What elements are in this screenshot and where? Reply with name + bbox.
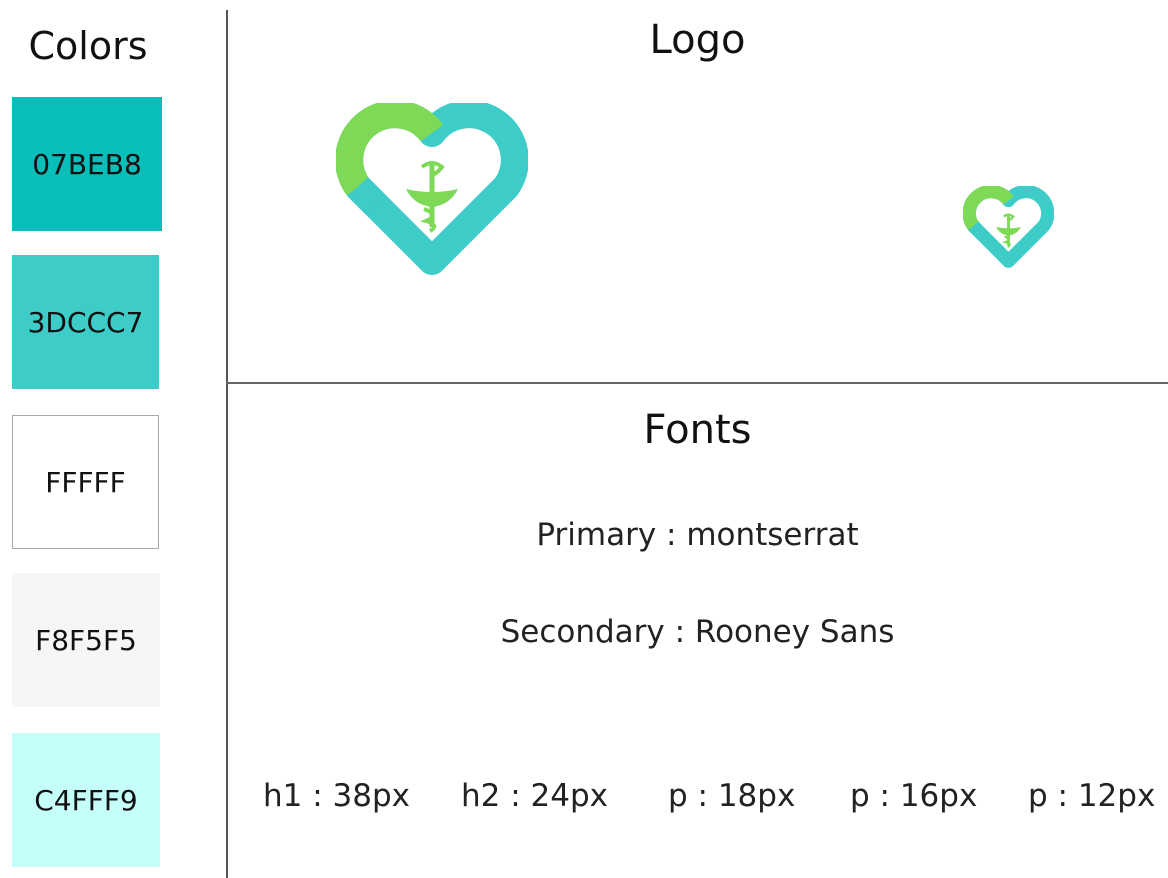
color-swatch-3: FFFFF <box>12 415 159 549</box>
color-swatch-label: 07BEB8 <box>32 147 142 181</box>
color-swatch-label: F8F5F5 <box>35 623 137 657</box>
color-swatch-1: 07BEB8 <box>12 97 162 231</box>
secondary-font-label: Secondary : Rooney Sans <box>500 614 895 650</box>
font-size-h2: h2 : 24px <box>461 778 608 814</box>
horizontal-divider <box>226 382 1168 384</box>
primary-font-label: Primary : montserrat <box>536 517 859 553</box>
colors-title: Colors <box>28 24 148 68</box>
font-size-p-16: p : 16px <box>850 778 978 814</box>
color-swatch-5: C4FFF9 <box>12 733 160 867</box>
font-size-p-12: p : 12px <box>1028 778 1156 814</box>
heart-caduceus-icon-small <box>963 186 1054 268</box>
color-swatch-4: F8F5F5 <box>12 573 160 707</box>
color-swatch-label: FFFFF <box>45 465 126 499</box>
color-swatch-label: C4FFF9 <box>34 783 138 817</box>
font-size-h1: h1 : 38px <box>263 778 410 814</box>
color-swatch-label: 3DCCC7 <box>27 305 144 339</box>
font-size-p-18: p : 18px <box>668 778 796 814</box>
heart-caduceus-icon <box>336 103 528 275</box>
color-swatch-2: 3DCCC7 <box>12 255 159 389</box>
fonts-section-title: Fonts <box>643 407 752 453</box>
logo-section-title: Logo <box>649 17 746 63</box>
